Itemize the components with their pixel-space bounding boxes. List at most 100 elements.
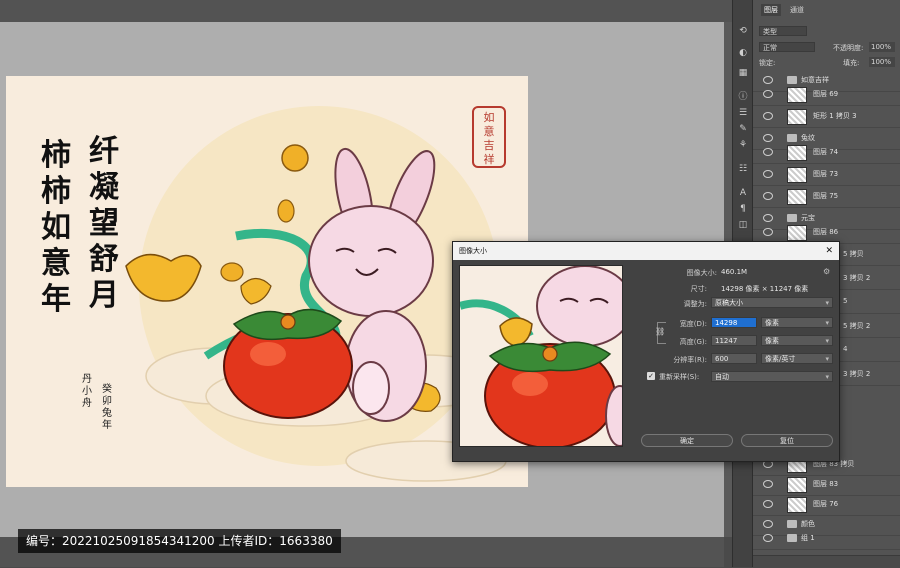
- glyphs-icon[interactable]: ◫: [736, 220, 750, 231]
- rabbit-illustration: [125, 144, 507, 482]
- layer-row[interactable]: 图层 69: [753, 84, 900, 106]
- layer-name: 5 拷贝 2: [843, 322, 871, 330]
- folder-icon: [787, 214, 797, 222]
- width-unit-select[interactable]: 像素: [761, 317, 833, 329]
- visibility-eye-icon[interactable]: [763, 228, 773, 236]
- visibility-eye-icon[interactable]: [763, 112, 773, 120]
- layer-name: 4: [843, 345, 848, 353]
- resolution-label: 分辨率(R):: [673, 356, 707, 364]
- tab-layers[interactable]: 图层: [761, 4, 781, 16]
- fit-to-select[interactable]: 原稿大小: [711, 297, 833, 309]
- layer-thumbnail: [787, 497, 807, 513]
- layer-name: 5: [843, 297, 848, 305]
- paragraph-icon[interactable]: ¶: [736, 204, 750, 215]
- width-input[interactable]: 14298: [711, 317, 757, 328]
- layer-thumbnail: [787, 189, 807, 205]
- layers-footer: [753, 555, 900, 568]
- visibility-eye-icon[interactable]: [763, 90, 773, 98]
- lock-label: 锁定:: [759, 59, 776, 67]
- layer-filter-select[interactable]: 类型: [759, 26, 807, 36]
- visibility-eye-icon[interactable]: [763, 192, 773, 200]
- layer-name: 组 1: [801, 534, 815, 542]
- swatches-icon[interactable]: ▦: [736, 68, 750, 79]
- opacity-input[interactable]: 100%: [869, 42, 895, 52]
- visibility-eye-icon[interactable]: [763, 500, 773, 508]
- gold-coin: [281, 144, 309, 172]
- folder-icon: [787, 520, 797, 528]
- layer-name: 图层 69: [813, 90, 839, 98]
- visibility-eye-icon[interactable]: [763, 214, 773, 222]
- layer-name: 图层 74: [813, 148, 839, 156]
- layer-row[interactable]: 矩形 1 拷贝 3: [753, 106, 900, 128]
- layer-group-row[interactable]: 组 1: [753, 528, 900, 550]
- width-label: 宽度(D):: [679, 320, 707, 328]
- document-canvas[interactable]: 纤 凝 望 舒 月 柿 柿 如 意 年 癸卯兔年 丹小舟 如 意 吉 祥: [6, 76, 528, 487]
- layer-name: 图层 83: [813, 480, 839, 488]
- watermark-label: 编号：20221025091854341200 上传者ID：1663380: [18, 529, 341, 553]
- visibility-eye-icon[interactable]: [763, 480, 773, 488]
- dialog-title: 图像大小: [459, 247, 487, 255]
- resolution-input[interactable]: 600: [711, 353, 757, 364]
- layer-row[interactable]: 图层 75: [753, 186, 900, 208]
- adjustments-icon[interactable]: ☰: [736, 108, 750, 119]
- layer-row[interactable]: 图层 83: [753, 474, 900, 496]
- resolution-unit-select[interactable]: 像素/英寸: [761, 353, 833, 365]
- folder-icon: [787, 534, 797, 542]
- preview-illustration: [460, 266, 622, 446]
- folder-icon: [787, 76, 797, 84]
- visibility-eye-icon[interactable]: [763, 76, 773, 84]
- close-icon[interactable]: ✕: [825, 242, 833, 260]
- layer-thumbnail: [787, 145, 807, 161]
- height-input[interactable]: 11247: [711, 335, 757, 346]
- fit-to-label: 调整为:: [683, 300, 707, 308]
- layer-thumbnail: [787, 87, 807, 103]
- image-size-value: 460.1M: [721, 268, 748, 276]
- brush-icon[interactable]: ✎: [736, 124, 750, 135]
- layer-name: 图层 76: [813, 500, 839, 508]
- layer-name: 3 拷贝 2: [843, 274, 871, 282]
- layer-name: 矩形 1 拷贝 3: [813, 112, 857, 120]
- resample-select[interactable]: 自动: [711, 371, 833, 383]
- properties-icon[interactable]: ☷: [736, 164, 750, 175]
- visibility-eye-icon[interactable]: [763, 134, 773, 142]
- visibility-eye-icon[interactable]: [763, 148, 773, 156]
- image-size-label: 图像大小:: [686, 269, 717, 277]
- history-icon[interactable]: ⟲: [736, 26, 750, 37]
- layer-thumbnail: [787, 109, 807, 125]
- layer-row[interactable]: 图层 76: [753, 494, 900, 516]
- color-icon[interactable]: ◐: [736, 48, 750, 59]
- reset-button[interactable]: 复位: [741, 434, 833, 447]
- ok-button[interactable]: 确定: [641, 434, 733, 447]
- dialog-titlebar: 图像大小 ✕: [453, 242, 839, 260]
- layer-thumbnail: [787, 225, 807, 241]
- resample-checkbox[interactable]: ✓: [647, 372, 655, 380]
- layer-name: 3 拷贝 2: [843, 370, 871, 378]
- settings-gear-icon[interactable]: ⚙: [823, 267, 830, 276]
- layer-name: 5 拷贝: [843, 250, 864, 258]
- layer-thumbnail: [787, 477, 807, 493]
- fill-input[interactable]: 100%: [869, 57, 895, 67]
- visibility-eye-icon[interactable]: [763, 520, 773, 528]
- resample-label: 重新采样(S):: [659, 373, 700, 381]
- character-icon[interactable]: A: [736, 188, 750, 199]
- blend-mode-select[interactable]: 正常: [759, 42, 815, 52]
- clone-icon[interactable]: ⚘: [736, 140, 750, 151]
- tab-channels[interactable]: 通道: [787, 4, 807, 16]
- layer-name: 图层 86: [813, 228, 839, 236]
- image-size-dialog: 图像大小 ✕ 图像大小: 460.1M ⚙ 尺寸: 14298 像素 × 112…: [452, 241, 840, 462]
- visibility-eye-icon[interactable]: [763, 170, 773, 178]
- height-unit-select[interactable]: 像素: [761, 335, 833, 347]
- info-icon[interactable]: ⓘ: [736, 92, 750, 103]
- layer-name: 图层 75: [813, 192, 839, 200]
- layer-row[interactable]: 图层 74: [753, 142, 900, 164]
- fill-label: 填充:: [843, 59, 860, 67]
- layer-name: 图层 73: [813, 170, 839, 178]
- visibility-eye-icon[interactable]: [763, 534, 773, 542]
- layer-row[interactable]: 图层 73: [753, 164, 900, 186]
- options-bar: [0, 0, 752, 23]
- dimensions-value[interactable]: 14298 像素 × 11247 像素: [721, 284, 808, 294]
- gold-ingot: [125, 253, 202, 302]
- height-label: 高度(G):: [679, 338, 707, 346]
- layer-thumbnail: [787, 167, 807, 183]
- dialog-preview[interactable]: [459, 265, 623, 447]
